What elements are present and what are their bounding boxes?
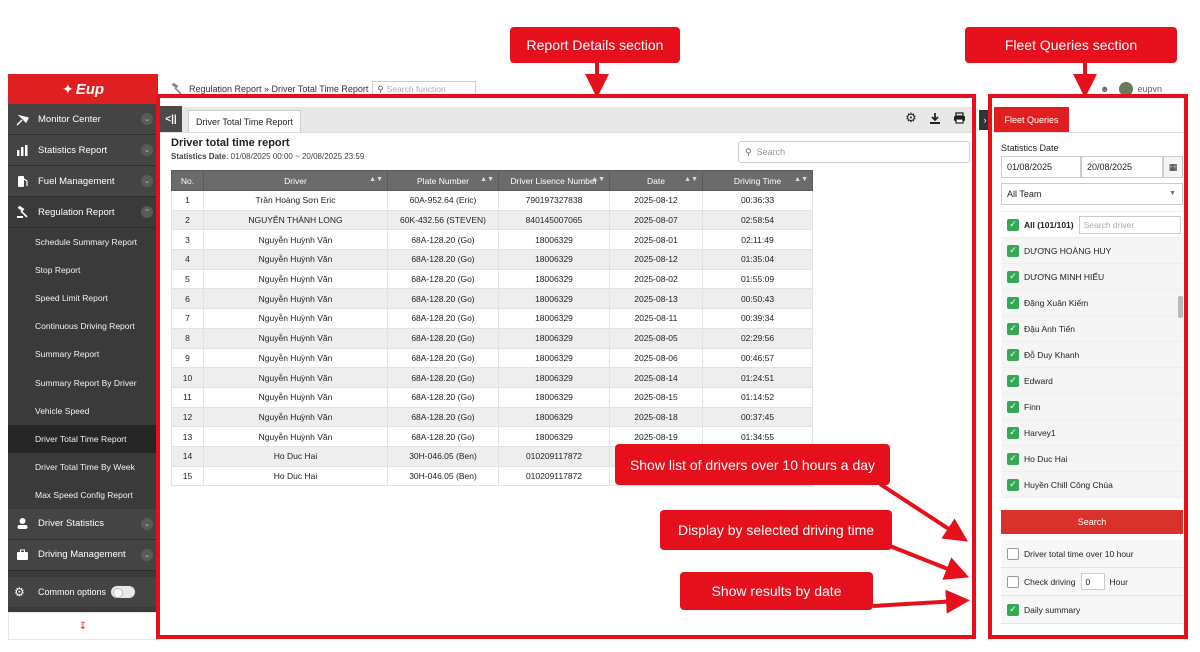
report-section-frame (156, 94, 976, 639)
satellite-icon (14, 112, 30, 126)
sidebar-subitem-continuous-driving[interactable]: Continuous Driving Report (8, 312, 158, 341)
fleet-section-frame (988, 94, 1188, 639)
gavel-icon (14, 205, 30, 219)
callout-by-date: Show results by date (680, 572, 873, 610)
callout-report-section: Report Details section (510, 27, 680, 63)
username[interactable]: eupvn (1137, 84, 1162, 94)
sidebar-item-statistics-report[interactable]: Statistics Report ⌄ (8, 135, 158, 166)
chevron-down-icon: ⌄ (141, 517, 153, 530)
sidebar-subitem-vehicle-speed[interactable]: Vehicle Speed (8, 396, 158, 425)
common-options-toggle[interactable] (111, 585, 136, 598)
sidebar-subitem-driver-total-time-week[interactable]: Driver Total Time By Week (8, 452, 158, 481)
user-icon[interactable]: ☻ (1100, 84, 1109, 94)
chevron-up-icon: ⌃ (141, 206, 153, 218)
common-options: ⚙ Common options (8, 576, 158, 607)
sidebar-subitem-summary-report[interactable]: Summary Report (8, 340, 158, 369)
sidebar: ✦ Eup Monitor Center ⌄ Statistics Report… (8, 74, 158, 640)
callout-over-10-hours: Show list of drivers over 10 hours a day (615, 444, 890, 485)
search-icon: ⚲ (377, 83, 384, 94)
collapse-sidebar-button[interactable]: ↧ (8, 612, 158, 640)
sidebar-item-driver-statistics[interactable]: Driver Statistics ⌄ (8, 508, 158, 540)
gear-icon: ⚙ (14, 584, 25, 599)
sidebar-item-regulation-report[interactable]: Regulation Report ⌃ (8, 197, 158, 228)
collapse-arrow-icon: ↧ (78, 620, 88, 632)
chevron-down-icon: ⌄ (141, 548, 153, 561)
chevron-down-icon: ⌄ (141, 113, 153, 125)
callout-fleet-section: Fleet Queries section (965, 27, 1177, 63)
sidebar-item-driving-management[interactable]: Driving Management ⌄ (8, 539, 158, 571)
sidebar-subitem-schedule-summary[interactable]: Schedule Summary Report (8, 228, 158, 257)
briefcase-icon (14, 548, 30, 562)
sidebar-subitem-speed-limit[interactable]: Speed Limit Report (8, 284, 158, 313)
bar-chart-icon (14, 143, 30, 157)
callout-driving-time: Display by selected driving time (660, 510, 892, 550)
chevron-down-icon: ⌄ (141, 144, 153, 156)
sidebar-item-monitor-center[interactable]: Monitor Center ⌄ (8, 104, 158, 135)
runner-logo-icon: ✦ (61, 80, 74, 97)
breadcrumb-text[interactable]: Regulation Report » Driver Total Time Re… (189, 84, 368, 94)
sidebar-subitem-driver-total-time[interactable]: Driver Total Time Report (8, 424, 158, 453)
chevron-down-icon: ⌄ (141, 175, 153, 187)
driver-icon (14, 517, 30, 531)
sidebar-subitem-summary-by-driver[interactable]: Summary Report By Driver (8, 368, 158, 397)
sidebar-item-fuel-management[interactable]: Fuel Management ⌄ (8, 166, 158, 197)
logo[interactable]: ✦ Eup (8, 74, 158, 104)
fuel-pump-icon (14, 174, 30, 188)
sidebar-subitem-max-speed-config[interactable]: Max Speed Config Report (8, 480, 158, 509)
sidebar-subitem-stop-report[interactable]: Stop Report (8, 256, 158, 285)
